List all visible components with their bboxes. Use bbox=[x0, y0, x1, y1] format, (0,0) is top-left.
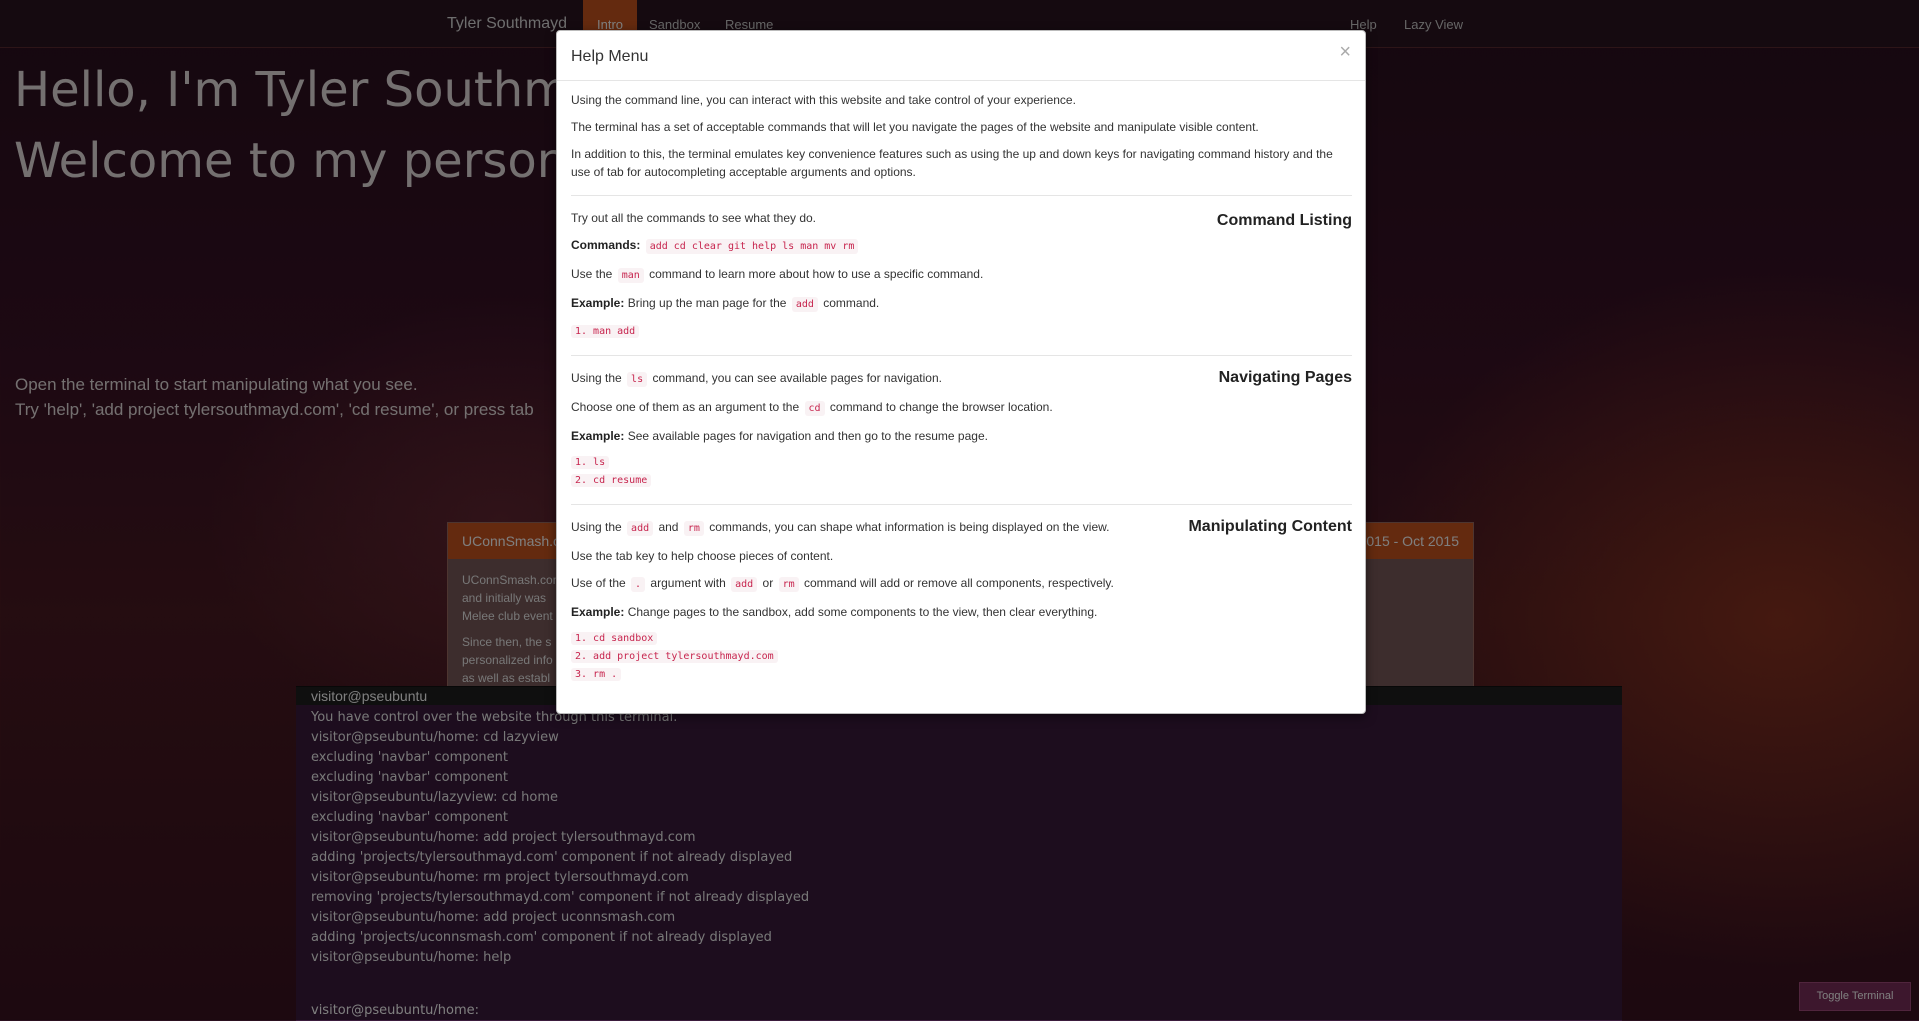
code-line: 2. add project tylersouthmayd.com bbox=[571, 650, 778, 663]
divider bbox=[571, 195, 1352, 196]
text: command will add or remove all component… bbox=[803, 576, 1114, 590]
text: Using the bbox=[571, 371, 622, 385]
inline-code: add bbox=[627, 521, 654, 536]
divider bbox=[571, 355, 1352, 356]
text: Choose one of them as an argument to the bbox=[571, 400, 800, 414]
text: command to learn more about how to use a… bbox=[649, 267, 984, 281]
text: commands, you can shape what information… bbox=[709, 520, 1110, 534]
inline-code: ls bbox=[627, 372, 648, 387]
inline-code: add bbox=[731, 577, 758, 592]
code-line: 1. cd sandbox bbox=[571, 632, 658, 645]
intro-paragraph: Using the command line, you can interact… bbox=[571, 93, 1076, 107]
text: Bring up the man page for the bbox=[627, 296, 787, 310]
modal-body: Using the command line, you can interact… bbox=[557, 81, 1365, 684]
example-code-block: 1. cd sandbox 2. add project tylersouthm… bbox=[571, 630, 1352, 684]
commands-line: Commands: add cd clear git help ls man m… bbox=[571, 236, 1352, 256]
text: command. bbox=[823, 296, 880, 310]
example-label: Example: bbox=[571, 605, 625, 619]
command-listing-section: Command Listing Try out all the commands… bbox=[571, 209, 1352, 341]
section-heading: Command Listing bbox=[1216, 212, 1352, 229]
example-label: Example: bbox=[571, 296, 625, 310]
text: Use the bbox=[571, 267, 613, 281]
section-heading: Navigating Pages bbox=[1218, 369, 1352, 386]
example-label: Example: bbox=[571, 429, 625, 443]
text: See available pages for navigation and t… bbox=[627, 429, 988, 443]
text: Use of the bbox=[571, 576, 626, 590]
intro-paragraph: In addition to this, the terminal emulat… bbox=[571, 147, 1333, 179]
example-line: Example: Change pages to the sandbox, ad… bbox=[571, 603, 1352, 621]
code-line: 1. ls bbox=[571, 456, 610, 469]
dot-usage-line: Use of the . argument with add or rm com… bbox=[571, 574, 1352, 594]
text: command to change the browser location. bbox=[829, 400, 1053, 414]
code-line: 2. cd resume bbox=[571, 474, 652, 487]
navigating-pages-section: Navigating Pages Using the ls command, y… bbox=[571, 369, 1352, 490]
text: Using the bbox=[571, 520, 622, 534]
text: argument with bbox=[650, 576, 726, 590]
inline-code: add bbox=[791, 297, 818, 312]
commands-list-code: add cd clear git help ls man mv rm bbox=[645, 239, 859, 254]
text: Change pages to the sandbox, add some co… bbox=[627, 605, 1098, 619]
cd-usage-line: Choose one of them as an argument to the… bbox=[571, 398, 1352, 418]
inline-code: rm bbox=[683, 521, 704, 536]
inline-code: rm bbox=[778, 577, 799, 592]
modal-title: Help Menu bbox=[571, 48, 649, 65]
help-modal: Help Menu × Using the command line, you … bbox=[556, 30, 1366, 714]
inline-code: . bbox=[631, 577, 646, 592]
section-text: Use the tab key to help choose pieces of… bbox=[571, 549, 834, 563]
code-line: 1. man add bbox=[571, 325, 640, 338]
example-line: Example: Bring up the man page for the a… bbox=[571, 294, 1352, 314]
code-line: 3. rm . bbox=[571, 668, 622, 681]
section-heading: Manipulating Content bbox=[1188, 518, 1352, 535]
close-icon[interactable]: × bbox=[1339, 41, 1351, 64]
text: or bbox=[762, 576, 774, 590]
example-line: Example: See available pages for navigat… bbox=[571, 427, 1352, 445]
inline-code: man bbox=[617, 268, 644, 283]
example-code-block: 1. ls 2. cd resume bbox=[571, 454, 1352, 490]
man-usage-line: Use the man command to learn more about … bbox=[571, 265, 1352, 285]
modal-header: Help Menu × bbox=[557, 31, 1365, 81]
example-code-block: 1. man add bbox=[571, 323, 1352, 341]
inline-code: cd bbox=[804, 401, 825, 416]
manipulating-content-section: Manipulating Content Using the add and r… bbox=[571, 518, 1352, 684]
commands-label: Commands: bbox=[571, 238, 641, 252]
text: command, you can see available pages for… bbox=[652, 371, 942, 385]
divider bbox=[571, 504, 1352, 505]
intro-paragraph: The terminal has a set of acceptable com… bbox=[571, 120, 1259, 134]
text: and bbox=[658, 520, 679, 534]
